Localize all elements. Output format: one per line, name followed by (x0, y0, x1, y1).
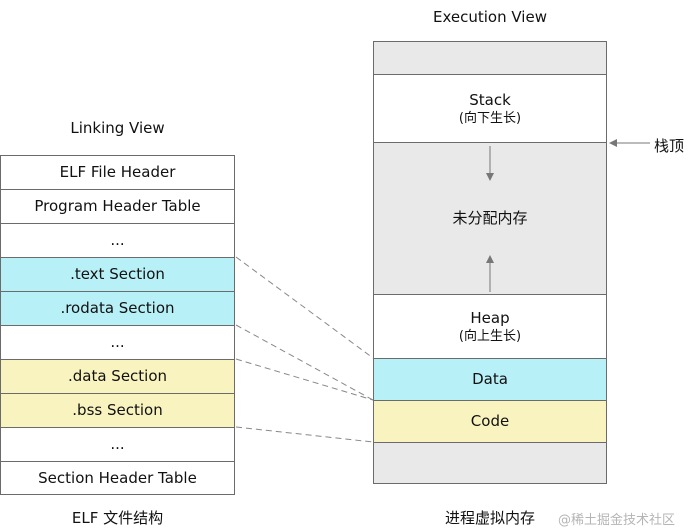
rodata-to-data-connector (235, 324, 374, 401)
data-to-code-connector (235, 358, 374, 401)
diagram-connectors (235, 139, 650, 443)
bss-to-code-connector (235, 426, 374, 443)
watermark: @稀土掘金技术社区 (558, 513, 676, 528)
elf-structure-caption: ELF 文件结构 (71, 509, 164, 527)
text-to-data-connector (235, 256, 374, 359)
stack-top-label: 栈顶 (654, 137, 685, 155)
virtual-memory-caption: 进程虚拟内存 (444, 509, 535, 527)
